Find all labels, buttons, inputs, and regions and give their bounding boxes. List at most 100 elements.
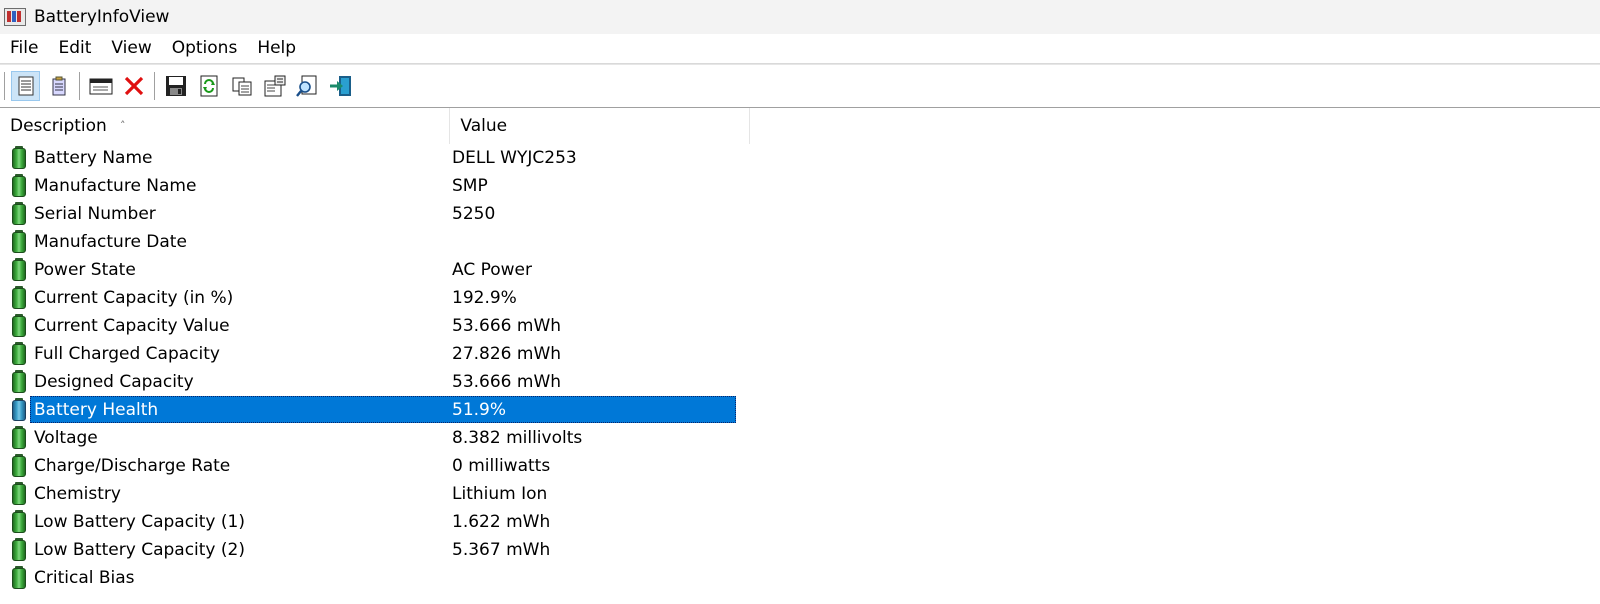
table-row[interactable]: Battery Name DELL WYJC253 xyxy=(0,144,760,172)
toolbar-separator xyxy=(79,72,80,100)
battery-icon xyxy=(11,146,27,170)
list-rows: Battery Name DELL WYJC253 Manufacture Name… xyxy=(0,144,760,592)
table-row[interactable]: Designed Capacity 53.666 mWh xyxy=(0,368,760,396)
column-header-value[interactable]: Value xyxy=(450,108,750,144)
save-disk-icon xyxy=(165,76,186,96)
table-row[interactable]: Power State AC Power xyxy=(0,256,760,284)
battery-icon xyxy=(11,174,27,198)
properties-icon xyxy=(264,75,285,97)
menu-file[interactable]: File xyxy=(0,34,48,63)
table-row[interactable]: Critical Bias xyxy=(0,564,760,592)
row-value: AC Power xyxy=(452,260,533,280)
table-row[interactable]: Current Capacity (in %) 192.9% xyxy=(0,284,760,312)
row-value: DELL WYJC253 xyxy=(452,148,577,168)
sort-ascending-icon: ˄ xyxy=(120,119,126,132)
save-button[interactable] xyxy=(161,71,190,101)
battery-info-list[interactable]: Description ˄ Value Battery Name DELL WYJ… xyxy=(0,108,1600,604)
row-value: 53.666 mWh xyxy=(452,316,562,336)
row-value: 5.367 mWh xyxy=(452,540,551,560)
table-row[interactable]: Voltage 8.382 millivolts xyxy=(0,424,760,452)
battery-icon xyxy=(11,398,27,422)
table-row[interactable]: Manufacture Name SMP xyxy=(0,172,760,200)
app-icon xyxy=(4,8,26,26)
menu-options[interactable]: Options xyxy=(162,34,248,63)
row-description: Designed Capacity xyxy=(34,372,194,392)
column-header-value-label: Value xyxy=(460,116,508,136)
row-description: Chemistry xyxy=(34,484,121,504)
row-value: 51.9% xyxy=(452,400,507,420)
delete-button[interactable] xyxy=(119,71,148,101)
list-view-icon xyxy=(52,76,65,96)
row-description: Manufacture Name xyxy=(34,176,197,196)
row-description: Full Charged Capacity xyxy=(34,344,220,364)
table-row[interactable]: Manufacture Date xyxy=(0,228,760,256)
row-value: 192.9% xyxy=(452,288,517,308)
row-description: Battery Health xyxy=(34,400,159,420)
battery-icon xyxy=(11,426,27,450)
exit-icon xyxy=(329,76,351,96)
table-row[interactable]: Chemistry Lithium Ion xyxy=(0,480,760,508)
toolbar xyxy=(0,64,1600,108)
toolbar-separator xyxy=(4,72,5,100)
copy-icon xyxy=(232,77,251,96)
menu-view[interactable]: View xyxy=(101,34,161,63)
battery-icon xyxy=(11,454,27,478)
battery-icon xyxy=(11,230,27,254)
exit-button[interactable] xyxy=(326,71,355,101)
table-row[interactable]: Low Battery Capacity (2) 5.367 mWh xyxy=(0,536,760,564)
list-header: Description ˄ Value xyxy=(0,108,750,144)
table-row[interactable]: Charge/Discharge Rate 0 milliwatts xyxy=(0,452,760,480)
table-row[interactable]: Current Capacity Value 53.666 mWh xyxy=(0,312,760,340)
table-row[interactable]: Full Charged Capacity 27.826 mWh xyxy=(0,340,760,368)
row-description: Current Capacity (in %) xyxy=(34,288,234,308)
row-value: 53.666 mWh xyxy=(452,372,562,392)
delete-x-icon xyxy=(124,76,143,96)
window-icon xyxy=(89,78,112,95)
battery-icon xyxy=(11,342,27,366)
row-value: SMP xyxy=(452,176,488,196)
battery-icon xyxy=(11,202,27,226)
menu-edit[interactable]: Edit xyxy=(48,34,101,63)
list-view-button[interactable] xyxy=(44,71,73,101)
row-description: Voltage xyxy=(34,428,98,448)
row-description: Serial Number xyxy=(34,204,156,224)
row-value: 1.622 mWh xyxy=(452,512,551,532)
find-button[interactable] xyxy=(293,71,322,101)
row-description: Low Battery Capacity (2) xyxy=(34,540,245,560)
row-description: Power State xyxy=(34,260,136,280)
row-description: Manufacture Date xyxy=(34,232,187,252)
battery-icon xyxy=(11,286,27,310)
battery-icon xyxy=(11,258,27,282)
table-row[interactable]: Battery Health 51.9% xyxy=(0,396,760,424)
row-description: Current Capacity Value xyxy=(34,316,230,336)
row-value: 0 milliwatts xyxy=(452,456,551,476)
row-description: Low Battery Capacity (1) xyxy=(34,512,245,532)
table-row[interactable]: Serial Number 5250 xyxy=(0,200,760,228)
row-value: 5250 xyxy=(452,204,496,224)
battery-icon xyxy=(11,314,27,338)
find-icon xyxy=(295,75,316,97)
copy-button[interactable] xyxy=(227,71,256,101)
column-header-description-label: Description xyxy=(10,116,107,136)
battery-icon xyxy=(11,566,27,590)
column-header-description[interactable]: Description ˄ xyxy=(0,108,451,144)
row-value: 27.826 mWh xyxy=(452,344,562,364)
details-view-button[interactable] xyxy=(11,71,40,101)
menu-help[interactable]: Help xyxy=(247,34,306,63)
window-title: BatteryInfoView xyxy=(34,7,170,27)
battery-icon xyxy=(11,510,27,534)
table-row[interactable]: Low Battery Capacity (1) 1.622 mWh xyxy=(0,508,760,536)
details-view-icon xyxy=(18,76,33,96)
refresh-icon xyxy=(200,75,217,97)
refresh-button[interactable] xyxy=(194,71,223,101)
row-description: Critical Bias xyxy=(34,568,135,588)
row-value: 8.382 millivolts xyxy=(452,428,583,448)
title-bar: BatteryInfoView xyxy=(0,0,1600,34)
row-value: Lithium Ion xyxy=(452,484,548,504)
row-description: Battery Name xyxy=(34,148,153,168)
battery-icon xyxy=(11,482,27,506)
properties-button[interactable] xyxy=(260,71,289,101)
battery-icon xyxy=(11,538,27,562)
toolbar-separator xyxy=(154,72,155,100)
window-button[interactable] xyxy=(86,71,115,101)
